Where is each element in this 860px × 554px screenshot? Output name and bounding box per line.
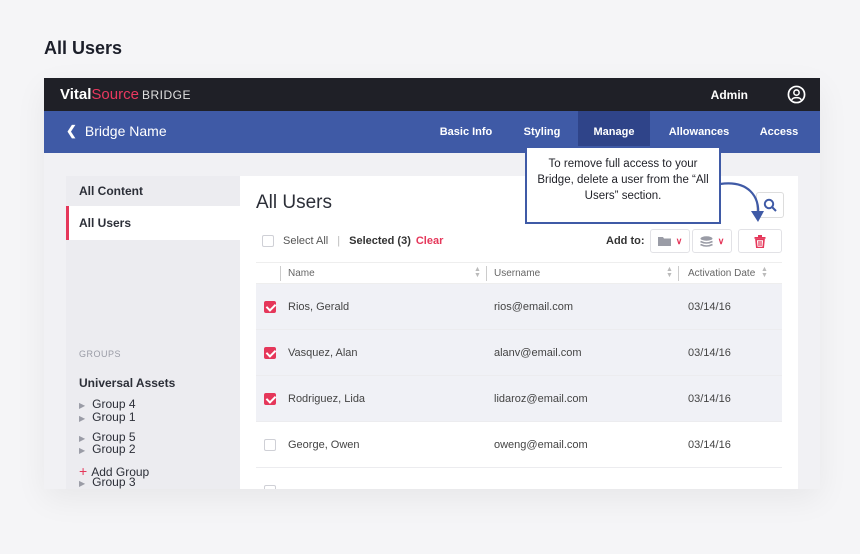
caret-right-icon: ▶: [79, 479, 86, 488]
row-checkbox[interactable]: [264, 393, 276, 405]
clear-link[interactable]: Clear: [416, 235, 444, 247]
cell-date: 03/14/16: [688, 393, 731, 405]
logo-vital: Vital: [60, 86, 92, 103]
sidebar-item-group-1[interactable]: ▶ Group 1: [66, 410, 240, 424]
cell-date: 03/14/16: [688, 439, 731, 451]
add-to-label: Add to:: [606, 235, 645, 247]
row-checkbox[interactable]: [264, 301, 276, 313]
selection-bar: Select All | Selected (3) Clear: [262, 235, 443, 247]
callout-arrow-icon: [719, 182, 764, 222]
top-bar: VitalSource BRIDGE Admin: [44, 78, 820, 111]
cell-username: rios@email.com: [494, 301, 574, 313]
add-to-stack-button[interactable]: ∨: [692, 229, 732, 253]
sidebar-item-all-content[interactable]: All Content: [66, 184, 240, 198]
column-divider: [280, 266, 281, 281]
table-row[interactable]: Vasquez, Alan alanv@email.com 03/14/16: [256, 330, 782, 376]
sidebar: All Content All Users GROUPS Universal A…: [66, 176, 240, 489]
cell-username: oweng@email.com: [494, 439, 588, 451]
app-frame: VitalSource BRIDGE Admin ❮ Bridge Name Ba…: [44, 78, 820, 489]
table-row[interactable]: Rodriguez, Lida lidaroz@email.com 03/14/…: [256, 376, 782, 422]
add-to-folder-button[interactable]: ∨: [650, 229, 690, 253]
main-title: All Users: [256, 192, 333, 213]
logo-bridge: BRIDGE: [141, 88, 191, 102]
row-checkbox[interactable]: [264, 439, 276, 451]
sidebar-item-group-2[interactable]: ▶ Group 2: [66, 442, 240, 456]
group-label: Group 2: [92, 442, 136, 456]
tooltip-callout: To remove full access to your Bridge, de…: [525, 146, 721, 224]
sort-icon[interactable]: ▲ ▼: [761, 266, 768, 279]
logo-source: Source: [91, 86, 139, 103]
row-checkbox[interactable]: [264, 485, 276, 489]
caret-right-icon: ▶: [79, 446, 86, 455]
table-row[interactable]: [256, 468, 782, 489]
table-row[interactable]: Rios, Gerald rios@email.com 03/14/16: [256, 284, 782, 330]
cell-name: Rodriguez, Lida: [288, 393, 366, 405]
tab-basic-info[interactable]: Basic Info: [430, 111, 502, 153]
stack-icon: [699, 235, 713, 247]
select-all-label: Select All: [283, 235, 329, 247]
column-divider: [486, 266, 487, 281]
user-circle-icon[interactable]: [787, 85, 806, 104]
delete-button[interactable]: [738, 229, 782, 253]
folder-icon: [657, 237, 671, 246]
divider: |: [337, 235, 341, 247]
cell-name: Vasquez, Alan: [288, 347, 358, 359]
chevron-down-icon: ∨: [675, 235, 683, 246]
cell-name: George, Owen: [288, 439, 360, 451]
caret-right-icon: ▶: [79, 414, 86, 423]
cell-name: Rios, Gerald: [288, 301, 350, 313]
cell-username: alanv@email.com: [494, 347, 582, 359]
column-name[interactable]: Name: [288, 268, 315, 279]
admin-label[interactable]: Admin: [711, 88, 748, 102]
tab-access[interactable]: Access: [750, 111, 808, 153]
cell-date: 03/14/16: [688, 301, 731, 313]
trash-icon: [754, 234, 766, 248]
sidebar-item-group-3[interactable]: ▶ Group 3: [66, 475, 240, 489]
cell-username: lidaroz@email.com: [494, 393, 588, 405]
sort-icon[interactable]: ▲ ▼: [666, 266, 673, 279]
column-username[interactable]: Username: [494, 268, 540, 279]
row-checkbox[interactable]: [264, 347, 276, 359]
table-header: Name ▲ ▼ Username ▲ ▼ Activation Date ▲ ▼: [256, 262, 782, 284]
groups-label: GROUPS: [79, 349, 122, 359]
cell-date: 03/14/16: [688, 347, 731, 359]
sidebar-item-universal-assets[interactable]: Universal Assets: [66, 376, 240, 390]
select-all-checkbox[interactable]: [262, 235, 274, 247]
logo: VitalSource BRIDGE: [60, 86, 191, 103]
sidebar-item-all-users[interactable]: All Users: [66, 206, 240, 240]
column-divider: [678, 266, 679, 281]
chevron-down-icon: ∨: [717, 235, 725, 246]
back-link[interactable]: ❮ Bridge Name: [66, 123, 167, 139]
selected-count: Selected (3): [349, 235, 411, 247]
chevron-left-icon: ❮: [66, 123, 77, 138]
group-label: Group 1: [92, 410, 136, 424]
column-activation-date[interactable]: Activation Date: [688, 268, 755, 279]
group-label: Group 3: [92, 475, 136, 489]
bridge-name: Bridge Name: [84, 123, 167, 139]
sort-icon[interactable]: ▲ ▼: [474, 266, 481, 279]
table-row[interactable]: George, Owen oweng@email.com 03/14/16: [256, 422, 782, 468]
page-heading: All Users: [44, 38, 123, 58]
